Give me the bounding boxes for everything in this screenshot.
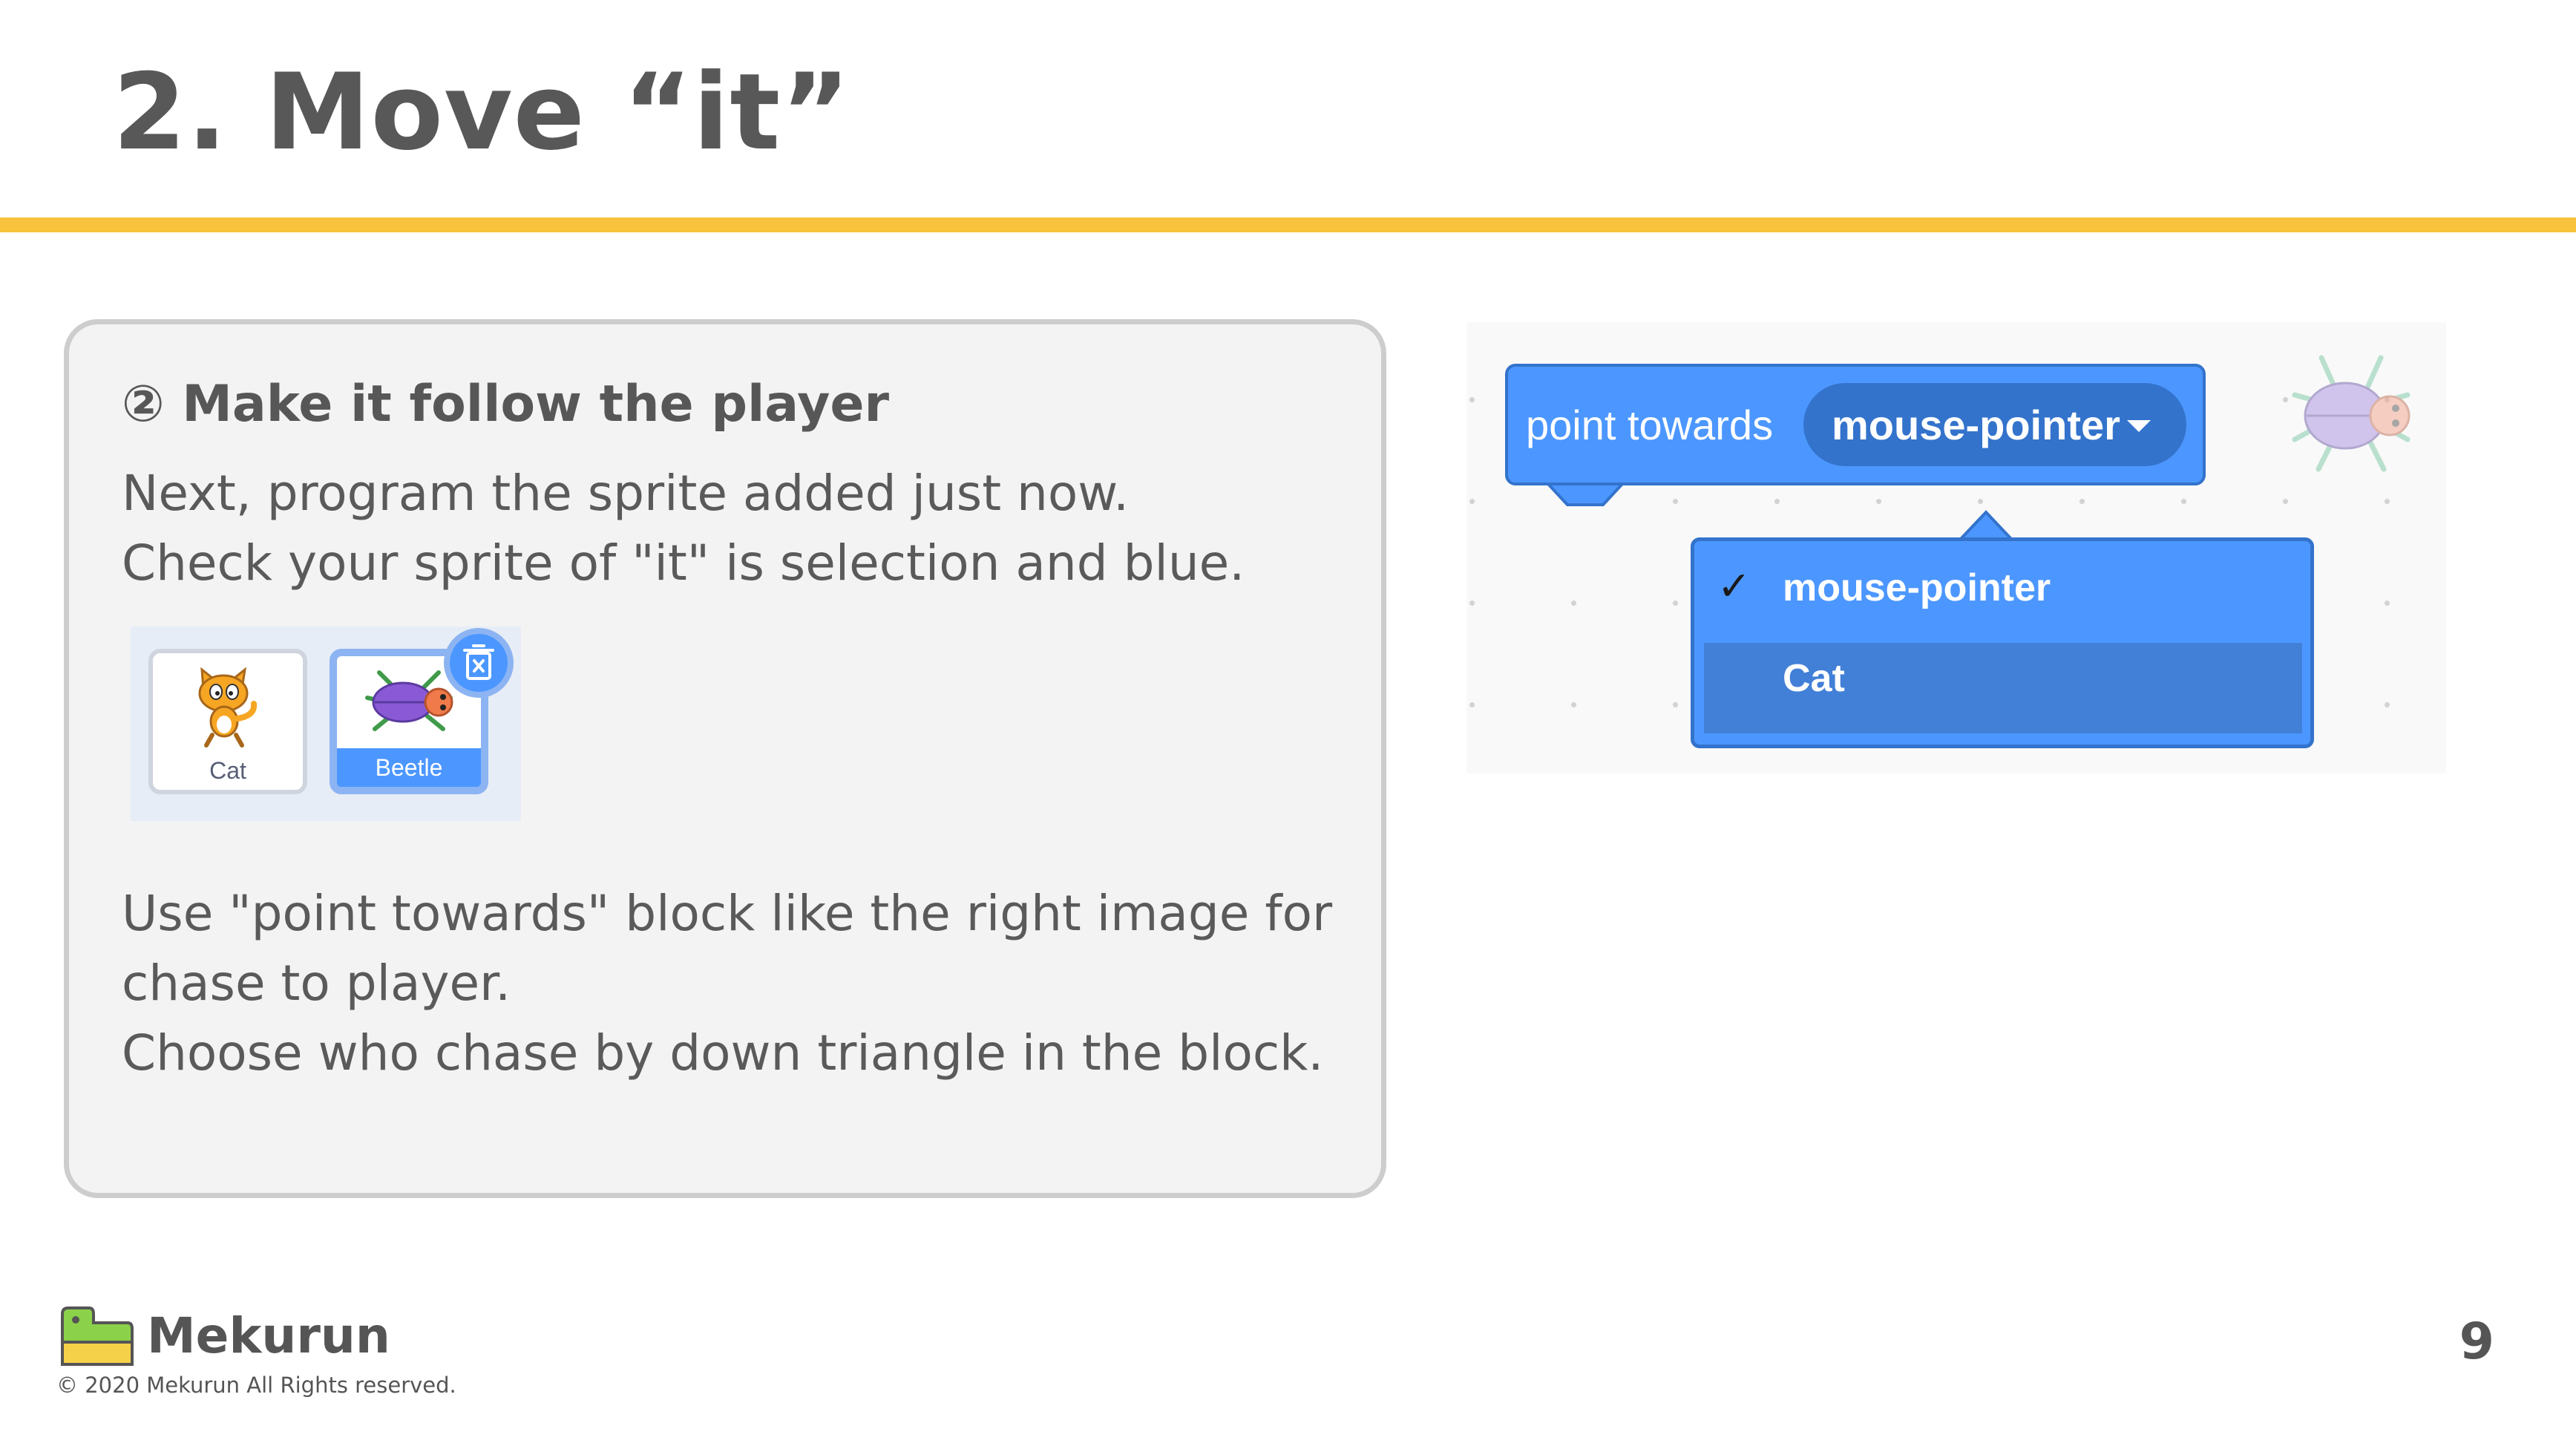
intro-text: Next, program the sprite added just now.… — [122, 459, 1245, 598]
dropdown-value: mouse-pointer — [1832, 402, 2120, 448]
delete-sprite-button[interactable] — [444, 628, 514, 698]
slide-title: 2. Move “it” — [113, 51, 851, 174]
brand-name: Mekurun — [147, 1307, 390, 1364]
menu-item-mouse-pointer[interactable]: mouse-pointer — [1783, 564, 2051, 612]
step-heading: ② Make it follow the player — [122, 375, 890, 434]
sprite-label: Cat — [209, 757, 246, 784]
cat-icon — [198, 667, 258, 748]
mekurun-logo — [61, 1306, 134, 1366]
body-text: Use "point towards" block like the right… — [122, 879, 1332, 1088]
beetle-sprite-preview — [2292, 355, 2411, 472]
trash-icon — [463, 644, 494, 680]
page-number: 9 — [2459, 1312, 2494, 1371]
copyright-text: © 2020 Mekurun All Rights reserved. — [56, 1373, 456, 1398]
body-line: Choose who chase by down triangle in the… — [122, 1024, 1324, 1082]
intro-line: Next, program the sprite added just now. — [122, 465, 1130, 522]
sprite-label: Beetle — [337, 748, 481, 787]
checkmark-icon: ✓ — [1717, 563, 1751, 609]
menu-item-cat[interactable]: Cat — [1783, 655, 1845, 702]
body-line: Use "point towards" block like the right… — [122, 885, 1333, 942]
dropdown-arrow-icon[interactable] — [2124, 417, 2154, 435]
body-line: chase to player. — [122, 955, 511, 1012]
intro-line: Check your sprite of "it" is selection a… — [122, 534, 1245, 592]
block-label: point towards — [1526, 402, 1774, 448]
sprite-tile-cat[interactable]: Cat — [148, 649, 307, 794]
title-divider — [0, 217, 2576, 232]
